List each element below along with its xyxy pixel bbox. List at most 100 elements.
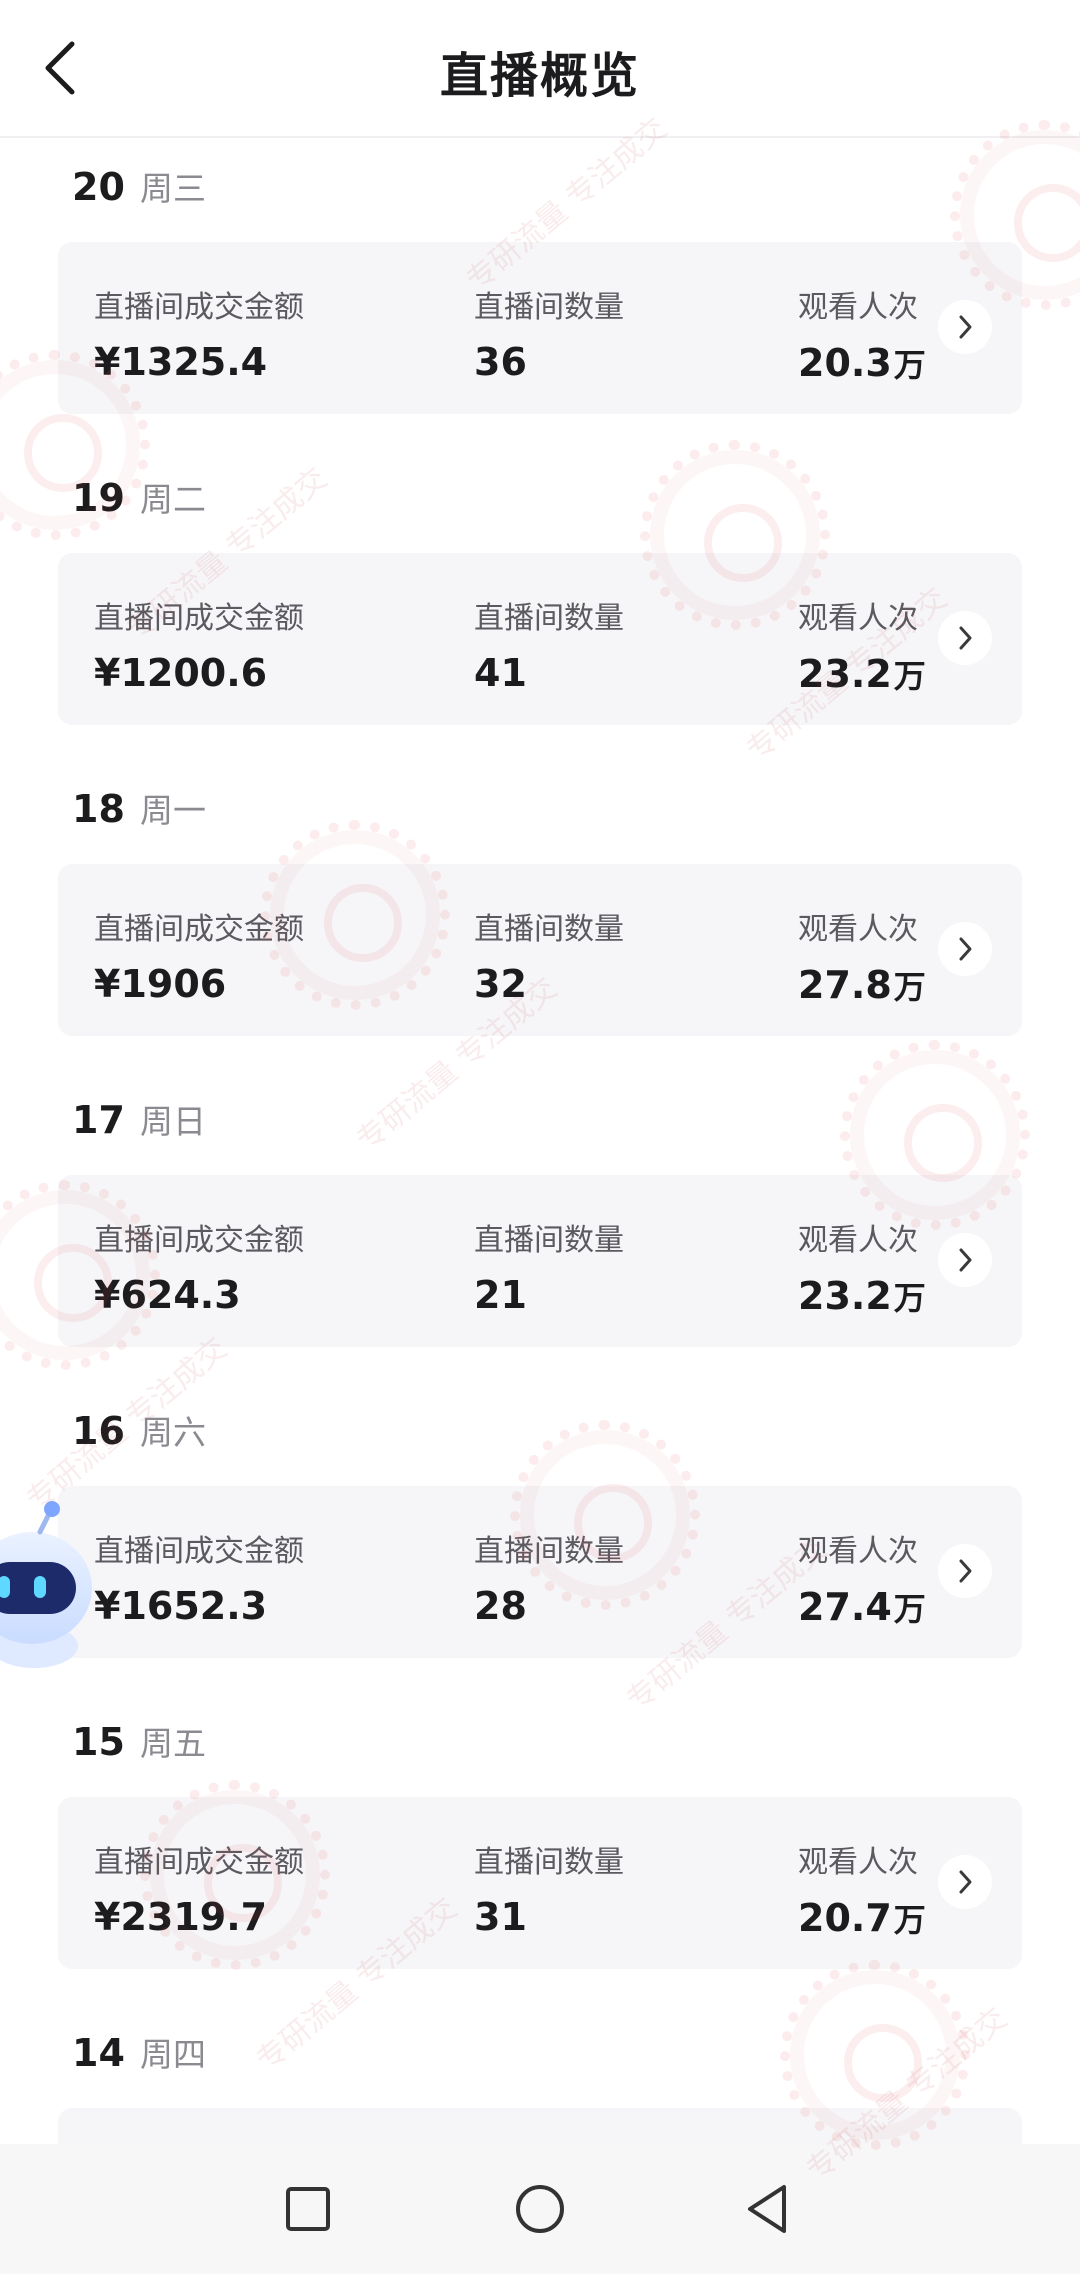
count-metric: 直播间数量 36 [474,282,624,384]
views-number: 27.8 [798,963,892,1007]
amount-value: ¥1200.6 [94,651,268,695]
amount-label: 直播间成交金额 [94,601,304,636]
count-label: 直播间数量 [474,1223,624,1258]
weekday-label: 周六 [140,1413,206,1452]
chevron-right-icon [959,1870,972,1894]
views-label: 观看人次 [798,290,918,325]
views-metric: 观看人次 20.3万 [798,282,926,386]
day-number: 15 [72,1720,125,1764]
views-label: 观看人次 [798,601,918,636]
count-value: 21 [474,1273,527,1317]
detail-button[interactable] [938,922,992,976]
day-number: 18 [72,787,125,831]
views-value: 23.2万 [798,1273,926,1319]
detail-button[interactable] [938,611,992,665]
amount-label: 直播间成交金额 [94,912,304,947]
day-summary-card[interactable]: 直播间成交金额 ¥1325.4 直播间数量 36 观看人次 20.3万 [58,242,1022,414]
views-value: 27.8万 [798,962,926,1008]
detail-button[interactable] [938,1544,992,1598]
amount-metric: 直播间成交金额 ¥2319.7 [94,1837,304,1939]
amount-label: 直播间成交金额 [94,1223,304,1258]
views-unit: 万 [893,1901,926,1939]
day-header: 18 周一 [72,784,206,832]
weekday-label: 周四 [140,2035,206,2074]
count-value: 28 [474,1584,527,1628]
day-section: 20 周三 直播间成交金额 ¥1325.4 直播间数量 36 观看人次 20.3… [0,136,1080,447]
count-value: 36 [474,340,527,384]
amount-value: ¥2319.7 [94,1895,268,1939]
count-label: 直播间数量 [474,601,624,636]
recent-apps-button[interactable] [268,2169,348,2249]
count-label: 直播间数量 [474,912,624,947]
day-summary-card[interactable]: 直播间成交金额 ¥1906 直播间数量 32 观看人次 27.8万 [58,864,1022,1036]
circle-icon [516,2185,564,2233]
detail-button[interactable] [938,1855,992,1909]
views-unit: 万 [893,968,926,1006]
views-metric: 观看人次 23.2万 [798,593,926,697]
day-section: 16 周六 直播间成交金额 ¥1652.3 直播间数量 28 观看人次 27.4… [0,1380,1080,1691]
day-number: 16 [72,1409,125,1453]
amount-metric: 直播间成交金额 ¥1652.3 [94,1526,304,1628]
day-number: 19 [72,476,125,520]
count-metric: 直播间数量 32 [474,904,624,1006]
day-number: 17 [72,1098,125,1142]
views-number: 23.2 [798,652,892,696]
views-value: 20.3万 [798,340,926,386]
weekday-label: 周二 [140,480,206,519]
amount-label: 直播间成交金额 [94,1534,304,1569]
views-metric: 观看人次 27.4万 [798,1526,926,1630]
amount-label: 直播间成交金额 [94,290,304,325]
count-value: 41 [474,651,527,695]
count-label: 直播间数量 [474,1534,624,1569]
day-summary-card[interactable]: 直播间成交金额 ¥624.3 直播间数量 21 观看人次 23.2万 [58,1175,1022,1347]
assistant-robot-button[interactable] [0,1496,98,1676]
day-header: 20 周三 [72,162,206,210]
count-label: 直播间数量 [474,1845,624,1880]
count-label: 直播间数量 [474,290,624,325]
day-summary-card[interactable]: 直播间成交金额 ¥1200.6 直播间数量 41 观看人次 23.2万 [58,553,1022,725]
day-list: 20 周三 直播间成交金额 ¥1325.4 直播间数量 36 观看人次 20.3… [0,136,1080,2258]
amount-value: ¥1906 [94,962,227,1006]
weekday-label: 周五 [140,1724,206,1763]
amount-value: ¥1325.4 [94,340,268,384]
amount-value: ¥1652.3 [94,1584,268,1628]
robot-icon [0,1501,92,1668]
count-metric: 直播间数量 41 [474,593,624,695]
day-summary-card[interactable]: 直播间成交金额 ¥2319.7 直播间数量 31 观看人次 20.7万 [58,1797,1022,1969]
amount-label: 直播间成交金额 [94,1845,304,1880]
day-section: 18 周一 直播间成交金额 ¥1906 直播间数量 32 观看人次 27.8万 [0,758,1080,1069]
detail-button[interactable] [938,1233,992,1287]
amount-value: ¥624.3 [94,1273,241,1317]
views-number: 20.3 [798,341,892,385]
page-title: 直播概览 [439,48,640,104]
views-number: 20.7 [798,1896,892,1940]
day-header: 15 周五 [72,1717,206,1765]
count-metric: 直播间数量 21 [474,1215,624,1317]
detail-button[interactable] [938,300,992,354]
day-header: 19 周二 [72,473,206,521]
system-back-button[interactable] [728,2169,808,2249]
views-number: 23.2 [798,1274,892,1318]
day-number: 14 [72,2031,125,2075]
home-button[interactable] [500,2169,580,2249]
day-summary-card[interactable]: 直播间成交金额 ¥1652.3 直播间数量 28 观看人次 27.4万 [58,1486,1022,1658]
weekday-label: 周一 [140,791,206,830]
chevron-right-icon [959,937,972,961]
views-label: 观看人次 [798,912,918,947]
square-icon [286,2187,330,2231]
weekday-label: 周三 [140,169,206,208]
day-section: 15 周五 直播间成交金额 ¥2319.7 直播间数量 31 观看人次 20.7… [0,1691,1080,2002]
views-unit: 万 [893,1590,926,1628]
chevron-right-icon [959,1559,972,1583]
views-number: 27.4 [798,1585,892,1629]
count-value: 31 [474,1895,527,1939]
system-nav-bar [0,2144,1080,2274]
day-header: 14 周四 [72,2028,206,2076]
views-value: 23.2万 [798,651,926,697]
chevron-right-icon [959,315,972,339]
views-label: 观看人次 [798,1534,918,1569]
views-unit: 万 [893,1279,926,1317]
day-section: 19 周二 直播间成交金额 ¥1200.6 直播间数量 41 观看人次 23.2… [0,447,1080,758]
views-label: 观看人次 [798,1223,918,1258]
count-metric: 直播间数量 28 [474,1526,624,1628]
